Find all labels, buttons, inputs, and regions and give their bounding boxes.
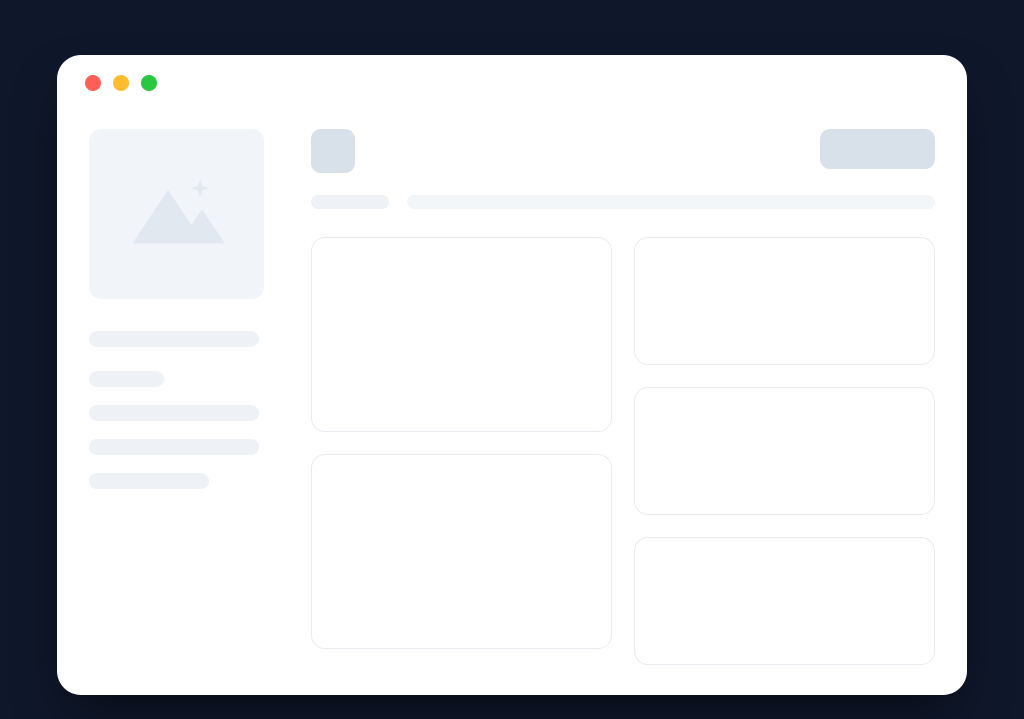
content-card[interactable]	[634, 237, 935, 365]
sidebar-item[interactable]	[89, 331, 259, 347]
content-card[interactable]	[311, 237, 612, 432]
subheader-row	[311, 195, 935, 209]
content-area	[57, 111, 967, 695]
header-icon-placeholder[interactable]	[311, 129, 355, 173]
header-row	[311, 129, 935, 173]
content-grid	[311, 237, 935, 665]
sidebar-item[interactable]	[89, 371, 164, 387]
sidebar-nav	[89, 331, 279, 489]
sidebar-item[interactable]	[89, 405, 259, 421]
titlebar	[57, 55, 967, 111]
content-card[interactable]	[634, 537, 935, 665]
app-window	[57, 55, 967, 695]
primary-action-button[interactable]	[820, 129, 935, 169]
close-button[interactable]	[85, 75, 101, 91]
sidebar-item[interactable]	[89, 473, 209, 489]
subheader-label	[311, 195, 389, 209]
content-card[interactable]	[634, 387, 935, 515]
sidebar-item[interactable]	[89, 439, 259, 455]
sidebar	[89, 111, 279, 695]
minimize-button[interactable]	[113, 75, 129, 91]
maximize-button[interactable]	[141, 75, 157, 91]
mountain-sparkle-icon	[122, 174, 232, 254]
left-column	[311, 237, 612, 665]
subheader-content	[407, 195, 935, 209]
image-placeholder	[89, 129, 264, 299]
right-column	[634, 237, 935, 665]
content-card[interactable]	[311, 454, 612, 649]
main-content	[311, 111, 935, 695]
